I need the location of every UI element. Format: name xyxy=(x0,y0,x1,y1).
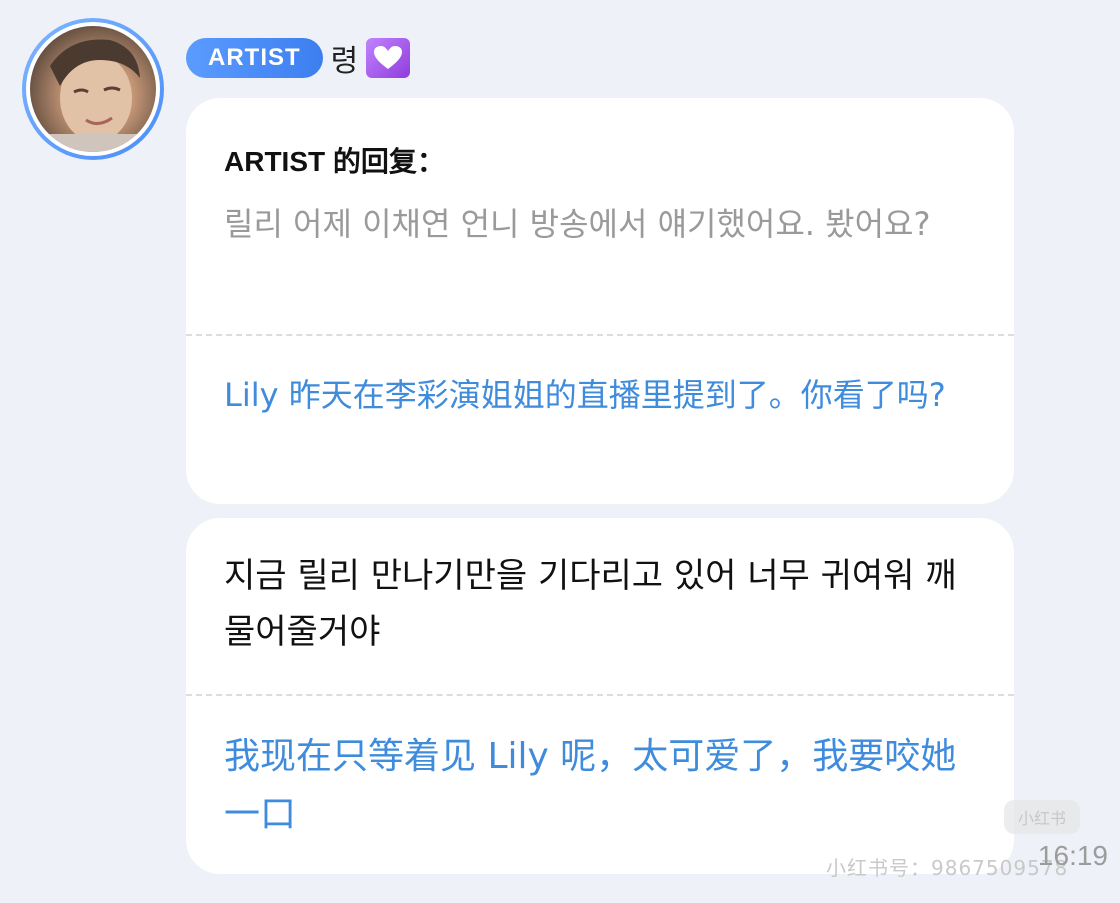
artist-badge: ARTIST xyxy=(186,38,323,78)
message-card: 지금 릴리 만나기만을 기다리고 있어 너무 귀여워 깨물어줄거야 我现在只等着… xyxy=(186,518,1014,874)
avatar[interactable] xyxy=(22,18,164,160)
avatar-photo xyxy=(30,26,156,152)
watermark-id: 小红书号：9867509578 xyxy=(826,856,1069,880)
avatar-frame xyxy=(26,22,160,156)
message-header: ARTIST 령 xyxy=(186,36,411,80)
message-text: 지금 릴리 만나기만을 기다리고 있어 너무 귀여워 깨물어줄거야 xyxy=(224,556,957,652)
quoted-message: 릴리 어제 이채연 언니 방송에서 얘기했어요. 봤어요? xyxy=(224,205,931,243)
message-translation: 我现在只等着见 Lily 呢，太可爱了，我要咬她一口 xyxy=(224,736,957,835)
divider xyxy=(186,334,1014,336)
artist-name: 령 xyxy=(330,44,359,79)
reply-label: ARTIST 的回复： xyxy=(224,146,445,177)
divider xyxy=(186,694,1014,696)
timestamp: 16:19 xyxy=(1037,840,1108,871)
purple-heart-icon xyxy=(366,38,411,78)
reply-card: ARTIST 的回复： 릴리 어제 이채연 언니 방송에서 얘기했어요. 봤어요… xyxy=(186,98,1014,504)
watermark-logo: 小红书 xyxy=(1004,800,1080,834)
quote-translation: Lily 昨天在李彩演姐姐的直播里提到了。你看了吗? xyxy=(224,376,946,414)
